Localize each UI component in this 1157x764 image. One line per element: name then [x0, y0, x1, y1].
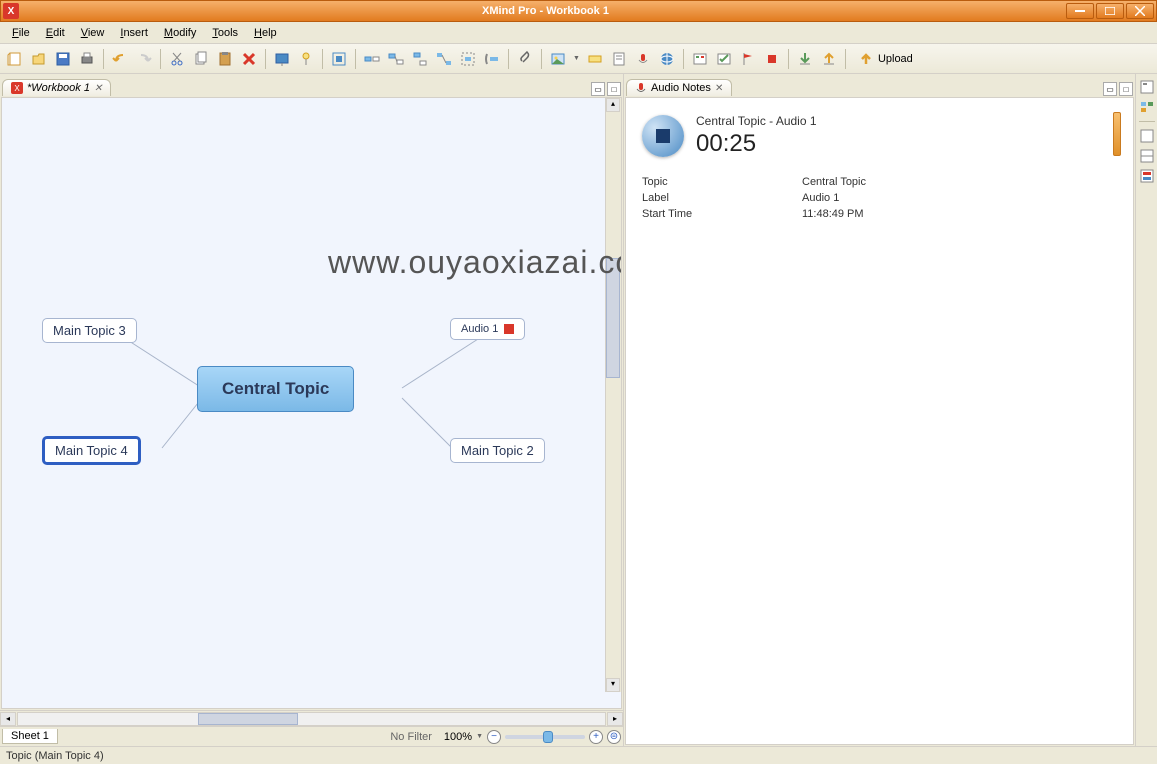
minimize-button[interactable]	[1066, 3, 1094, 19]
print-icon[interactable]	[76, 48, 98, 70]
attachment-icon[interactable]	[514, 48, 536, 70]
paste-icon[interactable]	[214, 48, 236, 70]
zoom-out-icon[interactable]: −	[487, 730, 501, 744]
watermark-text: www.ouyaoxiazai.com	[328, 244, 622, 281]
redo-icon[interactable]	[133, 48, 155, 70]
maximize-button[interactable]	[1096, 3, 1124, 19]
mindmap-canvas[interactable]: Main Topic 3 Main Topic 4 Central Topic …	[2, 98, 621, 708]
upload-label: Upload	[878, 53, 913, 65]
brainstorm-icon[interactable]	[295, 48, 317, 70]
audio-notes-pane: Audio Notes ✕ ▭ □ Central Topic - Audio …	[624, 74, 1135, 746]
workbook-tab-close-icon[interactable]: ✕	[94, 83, 102, 94]
subtopic-icon[interactable]	[385, 48, 407, 70]
delete-icon[interactable]	[238, 48, 260, 70]
canvas-pane: X *Workbook 1 ✕ ▭ □ Main Topic 3 Main To…	[0, 74, 624, 746]
upload-arrow-icon[interactable]	[818, 48, 840, 70]
menu-file[interactable]: File	[4, 25, 38, 41]
marker-task-icon[interactable]	[713, 48, 735, 70]
markers-view-icon[interactable]	[1138, 127, 1156, 145]
toolbar: ▼ Upload	[0, 44, 1157, 74]
meta-topic-value: Central Topic	[802, 176, 1117, 188]
audio-clip-title: Central Topic - Audio 1	[696, 114, 817, 128]
minimize-view-icon[interactable]: ▭	[591, 82, 605, 96]
menu-insert[interactable]: Insert	[112, 25, 156, 41]
hyperlink-icon[interactable]	[656, 48, 678, 70]
zoom-slider[interactable]	[505, 735, 585, 739]
audio-elapsed-time: 00:25	[696, 130, 817, 158]
image-icon[interactable]	[547, 48, 569, 70]
sheet-tab[interactable]: Sheet 1	[2, 729, 58, 744]
relationship-icon[interactable]	[433, 48, 455, 70]
outline-view-icon[interactable]	[1138, 78, 1156, 96]
marker-priority-icon[interactable]	[689, 48, 711, 70]
filter-label[interactable]: No Filter	[390, 731, 432, 743]
topic-icon[interactable]	[361, 48, 383, 70]
upload-button[interactable]: Upload	[851, 48, 920, 70]
zoom-value[interactable]: 100%	[444, 731, 472, 743]
status-text: Topic (Main Topic 4)	[6, 750, 104, 762]
save-icon[interactable]	[52, 48, 74, 70]
meta-topic-label: Topic	[642, 176, 802, 188]
app-icon: X	[3, 3, 19, 19]
menu-edit[interactable]: Edit	[38, 25, 73, 41]
zoom-fit-icon[interactable]: ⊜	[607, 730, 621, 744]
zoom-in-icon[interactable]: +	[589, 730, 603, 744]
status-bar: Topic (Main Topic 4)	[0, 746, 1157, 764]
audio-notes-tab-label: Audio Notes	[651, 82, 711, 94]
floating-topic-icon[interactable]	[409, 48, 431, 70]
menu-bar: File Edit View Insert Modify Tools Help	[0, 22, 1157, 44]
workbook-tab[interactable]: X *Workbook 1 ✕	[2, 79, 111, 96]
meta-label-label: Label	[642, 192, 802, 204]
menu-tools[interactable]: Tools	[204, 25, 246, 41]
new-document-icon[interactable]	[4, 48, 26, 70]
cut-icon[interactable]	[166, 48, 188, 70]
download-icon[interactable]	[794, 48, 816, 70]
meta-label-value: Audio 1	[802, 192, 1117, 204]
presentation-icon[interactable]	[271, 48, 293, 70]
properties-view-icon[interactable]	[1138, 98, 1156, 116]
topic-node-main-topic-3[interactable]: Main Topic 3	[42, 318, 137, 343]
audio-maximize-view-icon[interactable]: □	[1119, 82, 1133, 96]
styles-view-icon[interactable]	[1138, 147, 1156, 165]
audio-notes-icon[interactable]	[632, 48, 654, 70]
notes-icon[interactable]	[608, 48, 630, 70]
window-title: XMind Pro - Workbook 1	[25, 5, 1066, 17]
summary-icon[interactable]	[481, 48, 503, 70]
audio-stop-button[interactable]	[642, 115, 684, 157]
workbook-tab-label: *Workbook 1	[27, 82, 90, 94]
workbook-tab-icon: X	[11, 82, 23, 94]
boundary-icon[interactable]	[457, 48, 479, 70]
open-icon[interactable]	[28, 48, 50, 70]
volume-level-icon[interactable]	[1113, 112, 1121, 156]
microphone-icon	[635, 82, 647, 94]
horizontal-scrollbar[interactable]: ◂ ▸	[0, 710, 623, 726]
vertical-scrollbar[interactable]: ▴ ▾	[605, 98, 621, 692]
marker-flag-icon[interactable]	[737, 48, 759, 70]
right-sidebar	[1135, 74, 1157, 746]
label-icon[interactable]	[584, 48, 606, 70]
audio-node-label: Audio 1	[461, 323, 498, 335]
menu-view[interactable]: View	[73, 25, 113, 41]
copy-icon[interactable]	[190, 48, 212, 70]
maximize-view-icon[interactable]: □	[607, 82, 621, 96]
topic-node-audio-1[interactable]: Audio 1	[450, 318, 525, 340]
marker-star-icon[interactable]	[761, 48, 783, 70]
drill-down-icon[interactable]	[328, 48, 350, 70]
topic-node-main-topic-2[interactable]: Main Topic 2	[450, 438, 545, 463]
audio-notes-tab[interactable]: Audio Notes ✕	[626, 79, 732, 96]
undo-icon[interactable]	[109, 48, 131, 70]
themes-view-icon[interactable]	[1138, 167, 1156, 185]
meta-start-value: 11:48:49 PM	[802, 208, 1117, 220]
title-bar: X XMind Pro - Workbook 1	[0, 0, 1157, 22]
close-button[interactable]	[1126, 3, 1154, 19]
central-topic-node[interactable]: Central Topic	[197, 366, 354, 412]
topic-node-main-topic-4[interactable]: Main Topic 4	[42, 436, 141, 465]
audio-minimize-view-icon[interactable]: ▭	[1103, 82, 1117, 96]
audio-tab-close-icon[interactable]: ✕	[715, 83, 723, 94]
menu-help[interactable]: Help	[246, 25, 285, 41]
meta-start-label: Start Time	[642, 208, 802, 220]
menu-modify[interactable]: Modify	[156, 25, 204, 41]
audio-marker-icon	[504, 324, 514, 334]
